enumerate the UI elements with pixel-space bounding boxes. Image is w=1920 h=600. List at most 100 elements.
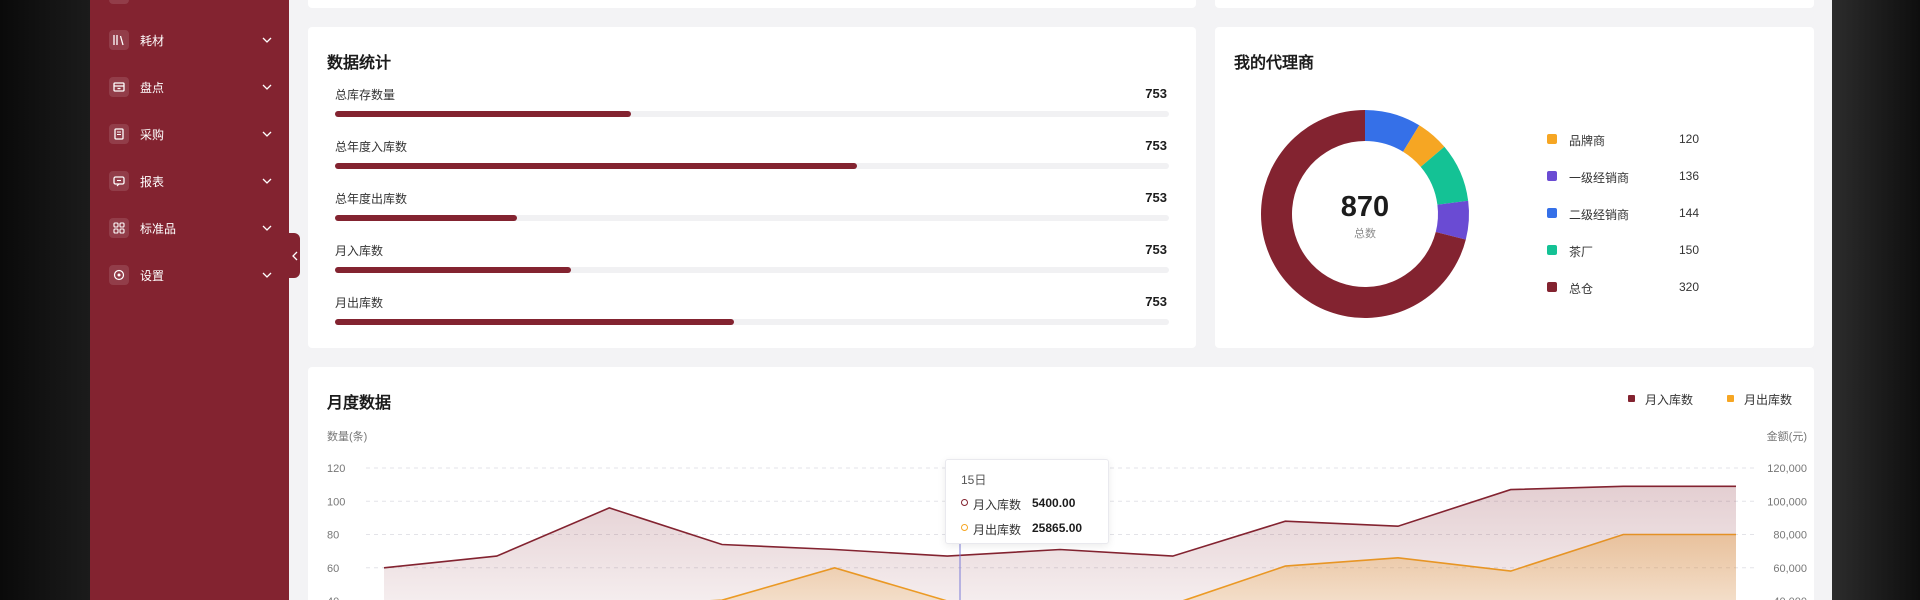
stat-label: 总年度入库数 — [335, 140, 408, 154]
legend-name: 总仓 — [1569, 282, 1594, 296]
stat-value: 753 — [1145, 138, 1167, 153]
chevron-down-icon — [262, 37, 272, 43]
agents-donut-chart: 870 总数 — [1261, 110, 1469, 318]
y2-tick-label: 100,000 — [1767, 496, 1807, 508]
stat-progress-bar — [335, 163, 1169, 169]
top-card-right-fragment — [1215, 0, 1814, 8]
tooltip-series-name: 月入库数 — [973, 498, 1022, 512]
tooltip-series-value: 25865.00 — [1032, 521, 1083, 535]
chevron-down-icon — [262, 178, 272, 184]
tooltip-marker — [961, 524, 968, 531]
sidebar-item-standard-products[interactable]: 标准品 — [90, 208, 289, 248]
tooltip-series-value: 5400.00 — [1032, 496, 1076, 510]
sidebar-item-label: 设置 — [140, 268, 165, 283]
legend-count: 120 — [1679, 132, 1700, 146]
sidebar-item-inventory-check[interactable]: 盘点 — [90, 67, 289, 107]
y2-axis-label: 金额(元) — [1767, 429, 1807, 443]
y-tick-label: 80 — [327, 530, 339, 542]
sidebar-top-item-fragment — [109, 0, 129, 4]
settings-icon — [109, 265, 129, 285]
stat-label: 总年度出库数 — [335, 192, 408, 206]
sidebar-item-reports[interactable]: 报表 — [90, 161, 289, 201]
y2-tick-label: 80,000 — [1773, 530, 1807, 542]
legend-count: 144 — [1679, 206, 1700, 220]
box-icon — [109, 77, 129, 97]
stat-progress-fill — [335, 111, 632, 117]
legend-swatch — [1547, 171, 1557, 181]
stat-value: 753 — [1145, 294, 1167, 309]
legend-item: 品牌商 120 — [1547, 131, 1747, 148]
stat-progress-fill — [335, 319, 735, 325]
legend-item: 一级经销商 136 — [1547, 168, 1747, 185]
sidebar-item-label: 报表 — [140, 174, 165, 189]
stat-progress-fill — [335, 163, 858, 169]
stat-progress-fill — [335, 267, 572, 273]
y-tick-label: 100 — [327, 496, 345, 508]
sidebar-item-consumables[interactable]: 耗材 — [90, 20, 289, 60]
legend-name: 二级经销商 — [1569, 208, 1630, 222]
sidebar-collapse-button[interactable] — [289, 233, 300, 278]
agents-card-title: 我的代理商 — [1234, 55, 1315, 72]
legend-name: 品牌商 — [1569, 134, 1606, 148]
top-card-left-fragment — [308, 0, 1196, 8]
sidebar: 耗材 盘点 采购 报表 标准品 设置 — [90, 0, 289, 600]
agents-card: 我的代理商 870 总数 品牌商 120 一级经销商 136 二级经销商 144 — [1215, 27, 1814, 348]
donut-total-value: 870 — [1341, 191, 1389, 223]
chevron-down-icon — [262, 272, 272, 278]
tooltip-row: 月出库数 25865.00 — [961, 521, 1101, 537]
legend-count: 136 — [1679, 169, 1700, 183]
tooltip-row: 月入库数 5400.00 — [961, 496, 1101, 512]
y-axis-label: 数量(条) — [327, 429, 367, 443]
stat-progress-bar — [335, 267, 1169, 273]
sidebar-item-label: 耗材 — [140, 33, 165, 48]
tooltip-marker — [961, 499, 968, 506]
donut-total-label: 总数 — [1354, 226, 1376, 240]
chart-tooltip: 15日 月入库数 5400.00 月出库数 25865.00 — [945, 459, 1109, 544]
stat-label: 月入库数 — [335, 244, 384, 258]
stat-label: 月出库数 — [335, 296, 384, 310]
chevron-down-icon — [262, 225, 272, 231]
y-tick-label: 120 — [327, 463, 345, 475]
stat-progress-bar — [335, 215, 1169, 221]
legend-count: 320 — [1679, 280, 1700, 294]
legend-swatch — [1547, 134, 1557, 144]
stat-value: 753 — [1145, 86, 1167, 101]
legend-swatch — [1547, 245, 1557, 255]
stat-value: 753 — [1145, 242, 1167, 257]
stats-card-title: 数据统计 — [327, 55, 392, 72]
document-icon — [109, 124, 129, 144]
grid-icon — [109, 218, 129, 238]
legend-swatch — [1547, 208, 1557, 218]
y2-tick-label: 120,000 — [1767, 463, 1807, 475]
legend-item: 二级经销商 144 — [1547, 205, 1747, 222]
chevron-down-icon — [262, 131, 272, 137]
stat-progress-fill — [335, 215, 517, 221]
books-icon — [109, 30, 129, 50]
sidebar-item-label: 标准品 — [140, 221, 177, 236]
y-tick-label: 40 — [327, 596, 339, 600]
chevron-left-icon — [291, 251, 297, 260]
screen-bezel-left — [0, 0, 90, 600]
legend-name: 一级经销商 — [1569, 171, 1630, 185]
tooltip-series-name: 月出库数 — [973, 523, 1022, 537]
stat-value: 753 — [1145, 190, 1167, 205]
stat-label: 总库存数量 — [335, 88, 396, 102]
y2-tick-label: 40,000 — [1773, 596, 1807, 600]
legend-item: 茶厂 150 — [1547, 242, 1747, 259]
legend-swatch — [1547, 282, 1557, 292]
chevron-down-icon — [262, 84, 272, 90]
sidebar-item-label: 盘点 — [140, 80, 165, 95]
tooltip-title: 15日 — [961, 473, 987, 487]
sidebar-item-settings[interactable]: 设置 — [90, 255, 289, 295]
screen-bezel-right — [1832, 0, 1920, 600]
stats-card: 数据统计 总库存数量 753 总年度入库数 753 总年度出库数 753 月入库… — [308, 27, 1196, 348]
sidebar-item-purchase[interactable]: 采购 — [90, 114, 289, 154]
sidebar-item-label: 采购 — [140, 127, 165, 142]
legend-item: 总仓 320 — [1547, 279, 1747, 296]
stat-progress-bar — [335, 319, 1169, 325]
legend-name: 茶厂 — [1569, 245, 1594, 259]
stat-progress-bar — [335, 111, 1169, 117]
y2-tick-label: 60,000 — [1773, 563, 1807, 575]
y-tick-label: 60 — [327, 563, 339, 575]
chat-icon — [109, 171, 129, 191]
